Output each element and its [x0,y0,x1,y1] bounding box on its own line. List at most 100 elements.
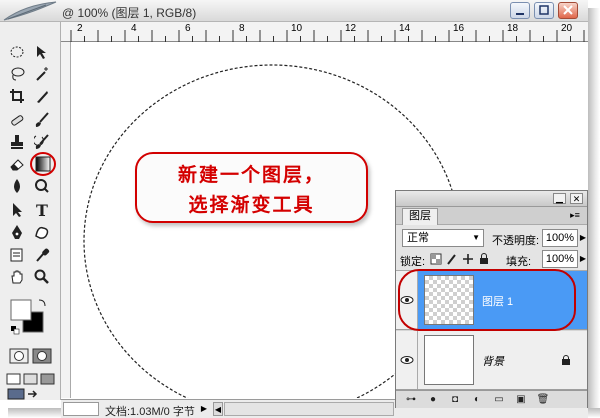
status-menu-arrow[interactable]: ▶ [199,403,209,415]
panel-footer: ⊶ ● ◘ ◐ ▭ ▣ 🗑 [396,390,587,408]
panel-close-button[interactable]: ✕ [570,193,583,204]
layer-style-button[interactable]: ● [426,393,440,406]
eraser-tool[interactable] [5,153,29,175]
minimize-button[interactable] [510,2,530,19]
tab-layers[interactable]: 图层 [402,208,438,225]
history-brush-tool[interactable] [30,131,54,153]
lock-transparency-icon [430,253,442,265]
layer-row-layer-1[interactable]: 图层 1 [396,271,587,330]
color-swatches[interactable] [9,298,49,338]
pen-tool[interactable] [5,221,29,243]
panel-tab-row: 图层 ▸≡ [396,207,587,225]
link-layers-button[interactable]: ⊶ [404,393,418,406]
slice-tool-icon [37,91,48,103]
callout-line-2: 选择渐变工具 [188,194,315,216]
ruler-label: 14 [399,23,411,34]
window-shadow [588,8,600,418]
blend-mode-select[interactable]: 正常 ▼ [402,229,484,247]
move-tool-icon [37,46,46,59]
eyedropper-tool[interactable] [30,244,54,266]
minimize-icon [516,13,524,15]
vertical-ruler [61,42,71,398]
visibility-toggle[interactable] [396,271,418,329]
zoom-field[interactable] [63,402,99,416]
layer-name[interactable]: 背景 [482,353,504,369]
blur-tool[interactable] [5,175,29,197]
layer-options: 正常 ▼ 不透明度: 100% ▶ 锁定: 填充: 100% ▶ [396,225,587,271]
lock-icon [562,355,570,365]
fill-label: 填充: [506,256,532,268]
shape-tool-icon [35,226,49,239]
shape-tool[interactable] [30,221,54,243]
delete-layer-button[interactable]: 🗑 [536,393,550,406]
maximize-button[interactable] [534,2,554,19]
screen-mode-buttons[interactable] [6,372,56,386]
blend-mode-value: 正常 [407,232,429,244]
dodge-tool[interactable] [30,175,54,197]
swap-colors-icon [10,299,46,335]
clone-stamp-tool[interactable] [5,131,29,153]
close-button[interactable] [558,2,578,19]
adjustment-layer-button[interactable]: ◐ [470,393,484,406]
screen-mode-icon [6,373,55,385]
new-layer-icon: ▣ [516,394,526,405]
pen-tool-icon [12,225,22,239]
marquee-tool[interactable] [5,41,29,63]
brush-tool[interactable] [30,109,54,131]
lock-paint-icon [447,254,456,265]
ruler-label: 10 [291,23,303,34]
chevron-down-icon: ▼ [472,233,480,242]
quick-mask-icon [32,348,52,364]
notes-tool[interactable] [5,244,29,266]
opacity-label: 不透明度: [492,235,540,247]
eraser-tool-icon [10,159,24,171]
layers-panel: ▁ ✕ 图层 ▸≡ 正常 ▼ 不透明度: 100% ▶ 锁定: 填充: 100%… [395,190,588,408]
horizontal-scrollbar[interactable] [224,402,394,416]
gradient-tool-icon [30,152,56,176]
lasso-tool[interactable] [5,63,29,85]
lock-options[interactable] [430,252,500,266]
panel-title-bar[interactable]: ▁ ✕ [396,191,587,207]
history-brush-tool-icon [34,134,49,149]
clone-stamp-tool-icon [11,135,23,149]
magic-wand-tool[interactable] [30,63,54,85]
type-tool-icon: T [36,200,48,220]
type-tool[interactable]: T [30,199,54,221]
path-selection-tool[interactable] [5,199,29,221]
layer-name[interactable]: 图层 1 [482,293,513,309]
zoom-tool[interactable] [30,266,54,288]
callout-line-1: 新建一个图层， [177,164,325,186]
toolbox: T [0,22,61,400]
standard-mode-button[interactable] [8,347,30,365]
ruler-label: 16 [453,23,465,34]
imageready-icon [7,388,38,400]
move-tool[interactable] [30,41,54,63]
quick-mask-button[interactable] [31,347,53,365]
panel-menu-button[interactable]: ▸≡ [568,209,582,222]
add-mask-button[interactable]: ◘ [448,393,462,406]
opacity-slider-arrow[interactable]: ▶ [579,229,587,247]
hand-tool-icon [11,270,23,284]
crop-tool[interactable] [5,85,29,107]
slice-tool[interactable] [30,85,54,107]
hand-tool[interactable] [5,266,29,288]
close-icon [563,5,573,15]
lock-label: 锁定: [400,256,426,268]
scroll-left-button[interactable]: ◀ [213,402,223,416]
visibility-toggle[interactable] [396,331,418,389]
new-group-button[interactable]: ▭ [492,393,506,406]
opacity-input[interactable]: 100% [542,229,578,247]
gradient-tool[interactable] [30,151,56,177]
eyedropper-tool-icon [36,248,50,262]
ruler-label: 18 [507,23,519,34]
layer-row-background[interactable]: 背景 [396,331,587,390]
lock-position-icon [463,254,473,264]
folder-icon: ▭ [494,394,504,405]
new-layer-button[interactable]: ▣ [514,393,528,406]
panel-minimize-button[interactable]: ▁ [553,193,566,204]
maximize-icon [539,5,549,15]
fill-input[interactable]: 100% [542,250,578,268]
healing-brush-tool[interactable] [5,109,29,131]
fill-slider-arrow[interactable]: ▶ [579,250,587,268]
jump-to-imageready-button[interactable] [6,388,56,400]
